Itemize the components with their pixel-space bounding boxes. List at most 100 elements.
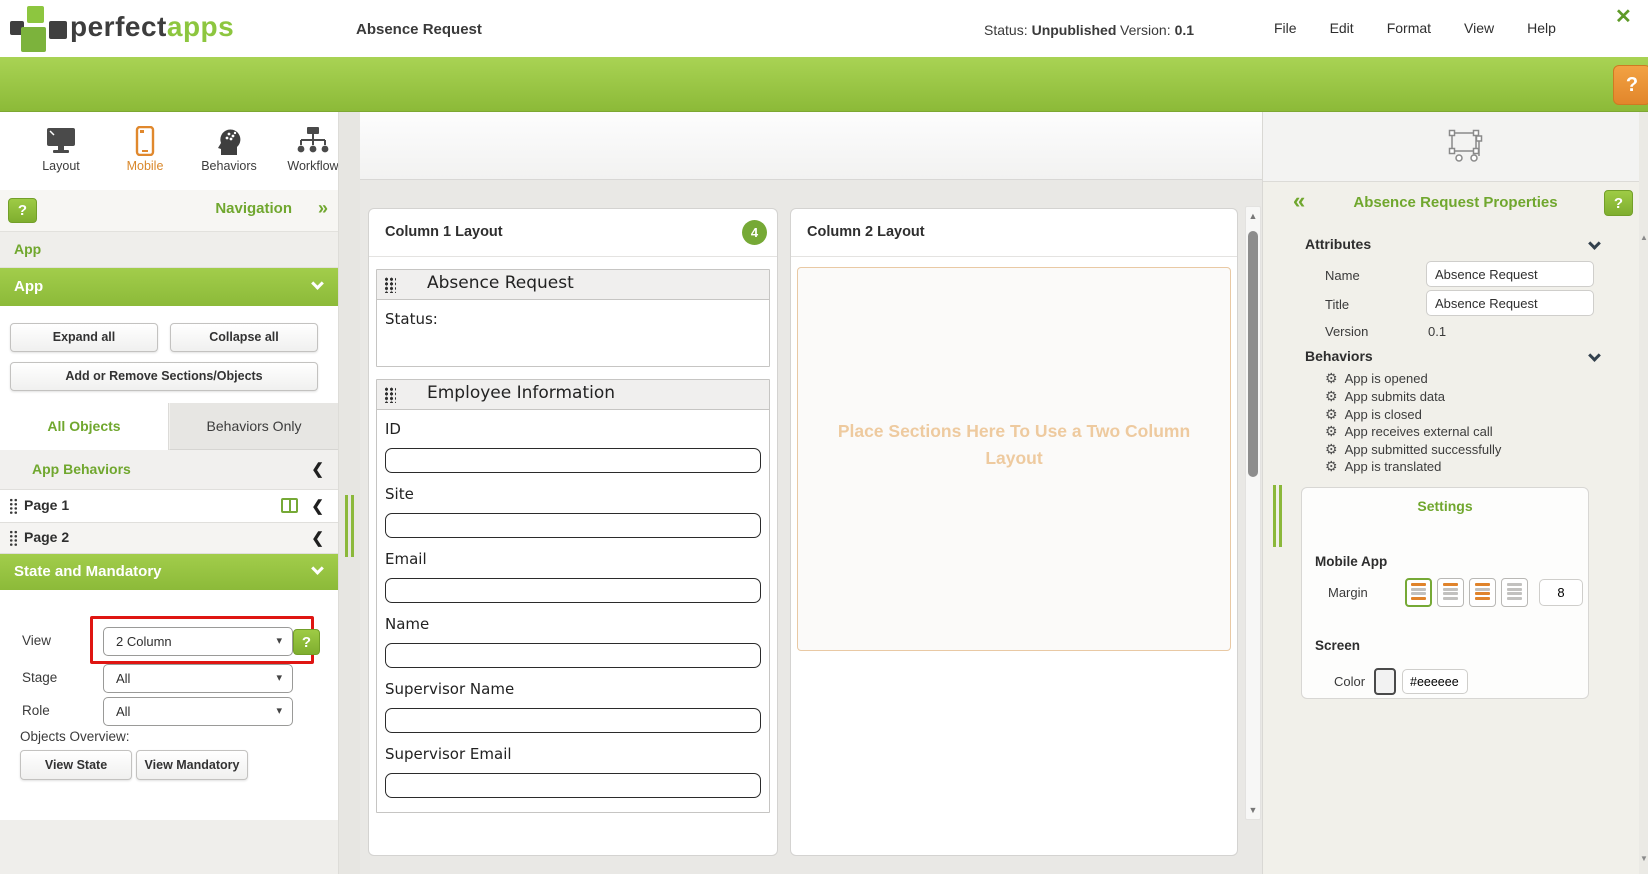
tab-mobile[interactable]: Mobile — [114, 126, 176, 173]
menu-view[interactable]: View — [1462, 16, 1496, 40]
field-label: Name — [385, 615, 761, 633]
breadcrumb: App — [0, 232, 338, 268]
behavior-item[interactable]: ⚙App is closed — [1325, 406, 1422, 423]
menu-help[interactable]: Help — [1525, 16, 1558, 40]
margin-option-3-button[interactable] — [1469, 578, 1496, 607]
chevron-double-right-icon[interactable]: » — [318, 198, 326, 219]
section-absence-request[interactable]: Absence Request Status: — [376, 269, 770, 367]
field-label: Supervisor Email — [385, 745, 761, 763]
field-label: Email — [385, 550, 761, 568]
behaviors-heading[interactable]: Behaviors — [1305, 348, 1373, 364]
page1-row[interactable]: Page 1 ❮ — [0, 490, 338, 523]
site-field[interactable] — [385, 513, 761, 538]
collapse-all-button[interactable]: Collapse all — [170, 323, 318, 352]
column2-title: Column 2 Layout — [807, 224, 925, 240]
view-state-button[interactable]: View State — [20, 750, 132, 780]
drag-handle-icon[interactable] — [9, 530, 18, 546]
logo-text: perfectapps — [70, 11, 234, 43]
role-dropdown[interactable]: All ▾ — [103, 697, 293, 726]
menu-file[interactable]: File — [1272, 16, 1299, 40]
drag-handle-icon[interactable] — [9, 498, 18, 514]
view-help-button[interactable]: ? — [293, 629, 320, 655]
chevron-double-left-icon[interactable]: « — [1293, 188, 1305, 214]
drop-zone-hint: Place Sections Here To Use a Two Column … — [834, 418, 1194, 472]
scroll-down-icon[interactable]: ▼ — [1246, 805, 1260, 815]
logo-square-green — [27, 6, 44, 23]
view-dropdown[interactable]: 2 Column ▾ — [103, 627, 293, 656]
banner-help-button[interactable]: ? — [1613, 65, 1648, 105]
canvas-toolbar-strip — [360, 112, 1262, 180]
logo-square-green-large — [21, 27, 46, 52]
color-label: Color — [1334, 674, 1365, 689]
tab-behaviors[interactable]: Behaviors — [198, 126, 260, 173]
green-banner: ? — [0, 57, 1648, 112]
drag-handle-icon[interactable] — [384, 387, 396, 403]
color-value-input[interactable] — [1402, 669, 1468, 694]
perfectapps-logo[interactable]: perfectapps — [8, 0, 308, 57]
name-field[interactable] — [385, 643, 761, 668]
tab-workflow[interactable]: Workflow — [282, 126, 344, 173]
navigation-header: ? Navigation » — [0, 190, 338, 232]
state-and-mandatory-bar[interactable]: State and Mandatory — [0, 554, 338, 590]
behavior-item[interactable]: ⚙App receives external call — [1325, 423, 1493, 440]
field-label: Site — [385, 485, 761, 503]
menu-format[interactable]: Format — [1385, 16, 1433, 40]
top-bar: perfectapps Absence Request Status:Unpub… — [0, 0, 1648, 57]
margin-option-4-button[interactable] — [1501, 578, 1528, 607]
drag-handle-icon[interactable] — [384, 277, 396, 293]
behavior-item[interactable]: ⚙App submitted successfully — [1325, 441, 1501, 458]
margin-option-2-button[interactable] — [1437, 578, 1464, 607]
close-icon[interactable]: ✕ — [1615, 4, 1632, 29]
column1-title: Column 1 Layout — [385, 224, 503, 240]
behavior-item[interactable]: ⚙App is translated — [1325, 458, 1441, 475]
tab-layout[interactable]: Layout — [30, 126, 92, 173]
tab-all-objects[interactable]: All Objects — [0, 403, 169, 450]
scroll-up-icon[interactable]: ▲ — [1246, 211, 1260, 221]
section-employee-information[interactable]: Employee Information ID Site Email Name … — [376, 379, 770, 813]
properties-resize-handle[interactable] — [1273, 485, 1283, 547]
supervisor-name-field[interactable] — [385, 708, 761, 733]
scroll-up-icon[interactable]: ▲ — [1639, 233, 1648, 242]
chevron-down-icon[interactable] — [1588, 349, 1601, 362]
behavior-item[interactable]: ⚙App is opened — [1325, 370, 1428, 387]
sidebar-resize-handle[interactable] — [345, 495, 355, 557]
id-field[interactable] — [385, 448, 761, 473]
gear-icon: ⚙ — [1325, 423, 1338, 439]
navigation-help-button[interactable]: ? — [8, 198, 37, 223]
canvas-scrollbar[interactable]: ▲ ▼ — [1245, 206, 1261, 820]
menu-edit[interactable]: Edit — [1328, 16, 1356, 40]
properties-scrollbar[interactable]: ▲ ▼ — [1639, 112, 1648, 874]
title-input[interactable] — [1426, 290, 1594, 316]
field-label: ID — [385, 420, 761, 438]
margin-value-input[interactable] — [1539, 579, 1583, 606]
stage-dropdown[interactable]: All ▾ — [103, 664, 293, 693]
scroll-down-icon[interactable]: ▼ — [1639, 854, 1648, 863]
scrollbar-thumb[interactable] — [1248, 231, 1258, 477]
color-swatch-button[interactable] — [1374, 668, 1396, 695]
add-remove-sections-button[interactable]: Add or Remove Sections/Objects — [10, 362, 318, 391]
title-label: Title — [1325, 297, 1349, 312]
object-count-badge[interactable]: 4 — [742, 220, 767, 245]
name-input[interactable] — [1426, 261, 1594, 287]
two-column-icon[interactable] — [281, 498, 298, 513]
column2-drop-zone[interactable]: Place Sections Here To Use a Two Column … — [797, 267, 1231, 651]
email-field[interactable] — [385, 578, 761, 603]
chevron-left-icon: ❮ — [311, 460, 324, 478]
breadcrumb-app[interactable]: App — [14, 241, 41, 257]
margin-option-1-button[interactable] — [1405, 578, 1432, 607]
expand-all-button[interactable]: Expand all — [10, 323, 158, 352]
tab-behaviors-only[interactable]: Behaviors Only — [169, 403, 338, 450]
chevron-down-icon[interactable] — [1588, 237, 1601, 250]
properties-help-button[interactable]: ? — [1604, 190, 1633, 216]
supervisor-email-field[interactable] — [385, 773, 761, 798]
behavior-item[interactable]: ⚙App submits data — [1325, 388, 1445, 405]
main-area: Layout Mobile Behaviors — [0, 112, 1648, 874]
app-section-bar[interactable]: App — [0, 268, 338, 306]
gear-icon: ⚙ — [1325, 388, 1338, 404]
page2-row[interactable]: Page 2 ❮ — [0, 523, 338, 554]
properties-header: « Absence Request Properties ? — [1263, 182, 1648, 224]
view-mandatory-button[interactable]: View Mandatory — [136, 750, 248, 780]
attributes-heading[interactable]: Attributes — [1305, 236, 1371, 252]
app-behaviors-row[interactable]: App Behaviors ❮ — [0, 450, 338, 490]
dropdown-arrow-icon: ▾ — [276, 665, 282, 692]
